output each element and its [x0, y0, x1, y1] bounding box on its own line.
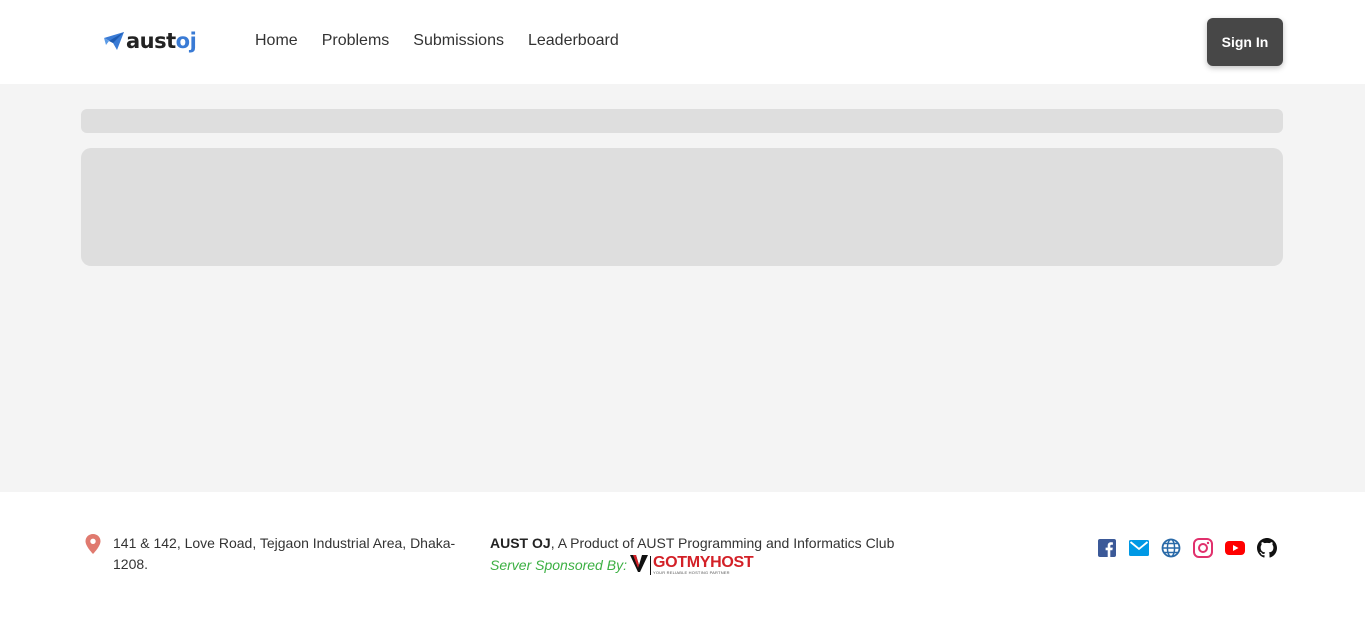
site-footer: 141 & 142, Love Road, Tejgaon Industrial… [0, 492, 1365, 617]
logo-prefix: aust [126, 29, 176, 53]
nav-leaderboard[interactable]: Leaderboard [528, 31, 619, 51]
location-pin-icon [85, 534, 101, 575]
main-content [0, 84, 1365, 492]
address-text: 141 & 142, Love Road, Tejgaon Industrial… [113, 535, 456, 572]
social-links [1097, 538, 1277, 558]
website-icon[interactable] [1161, 538, 1181, 558]
logo-text: austoj [126, 28, 197, 54]
site-logo[interactable]: austoj [103, 28, 197, 54]
paper-plane-icon [103, 30, 125, 52]
footer-address: 141 & 142, Love Road, Tejgaon Industrial… [85, 533, 463, 575]
nav-home[interactable]: Home [255, 31, 298, 51]
facebook-icon[interactable] [1097, 538, 1117, 558]
sponsor-tagline: YOUR RELIABLE HOSTING PARTNER [652, 569, 730, 575]
instagram-icon[interactable] [1193, 538, 1213, 558]
product-name: AUST OJ [490, 535, 551, 551]
github-icon[interactable] [1257, 538, 1277, 558]
loading-skeleton-bar [81, 109, 1283, 133]
sign-in-button[interactable]: Sign In [1207, 18, 1283, 66]
nav-submissions[interactable]: Submissions [413, 31, 504, 51]
youtube-icon[interactable] [1225, 538, 1245, 558]
logo-suffix: oj [175, 29, 197, 53]
sponsor-line: Server Sponsored By: GOTMYHOST YOUR RELI… [490, 554, 894, 576]
product-tagline: , A Product of AUST Programming and Info… [550, 535, 895, 551]
main-nav: Home Problems Submissions Leaderboard [255, 31, 619, 51]
sponsor-label: Server Sponsored By: [490, 557, 627, 573]
top-navbar: austoj Home Problems Submissions Leaderb… [0, 0, 1365, 84]
loading-skeleton-card [81, 148, 1283, 266]
sponsor-logo[interactable]: GOTMYHOST YOUR RELIABLE HOSTING PARTNER [629, 553, 754, 578]
nav-problems[interactable]: Problems [322, 31, 390, 51]
gotmyhost-emblem-icon [629, 553, 649, 578]
email-icon[interactable] [1129, 538, 1149, 558]
footer-credits: AUST OJ, A Product of AUST Programming a… [490, 533, 894, 576]
sponsor-name: GOTMYHOST [652, 553, 754, 571]
product-line: AUST OJ, A Product of AUST Programming a… [490, 533, 894, 554]
